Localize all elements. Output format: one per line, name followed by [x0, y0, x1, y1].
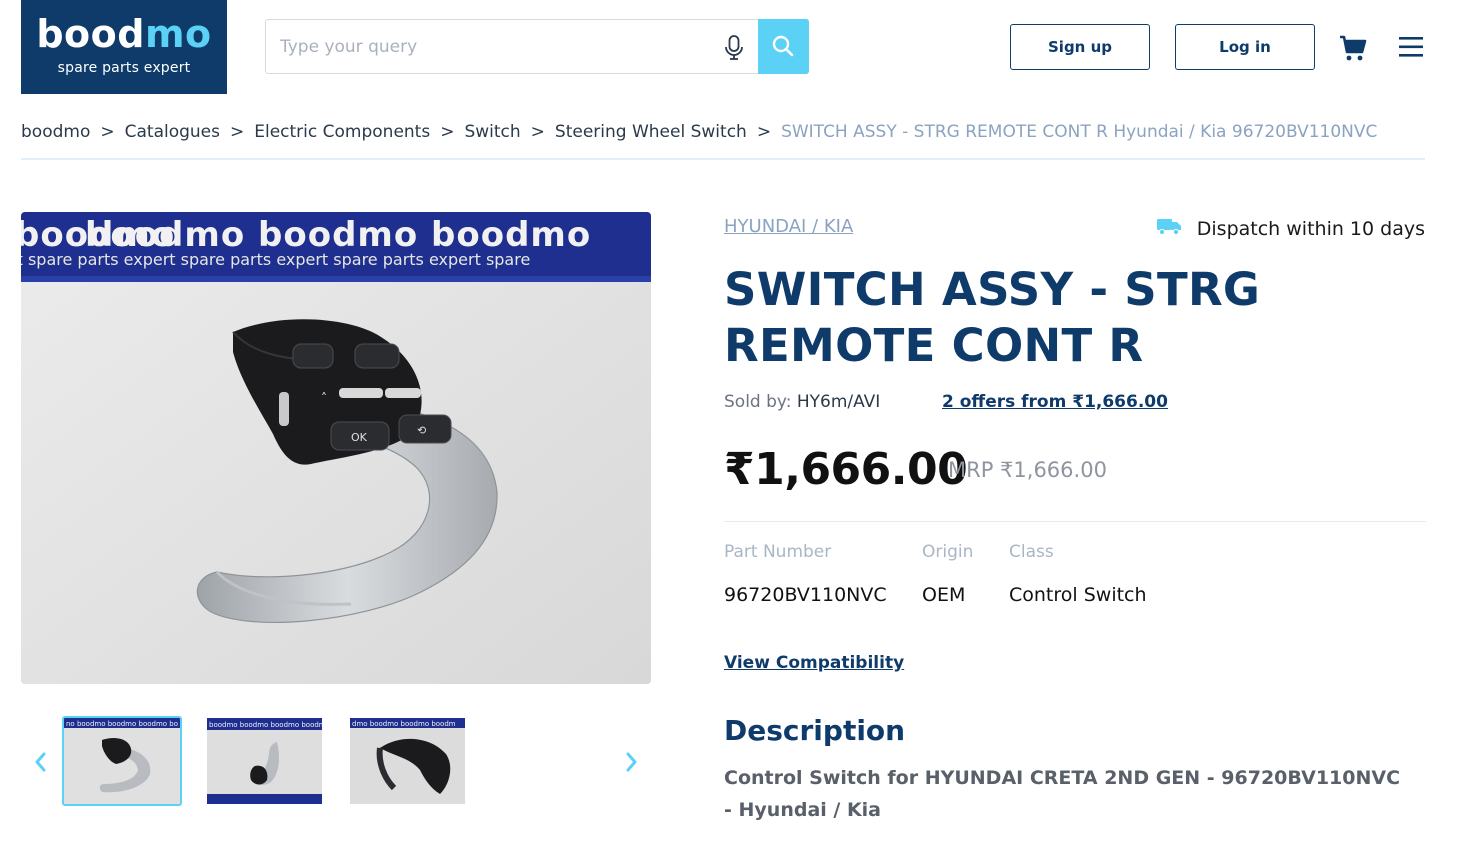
part-number-value: 96720BV110NVC [724, 584, 887, 606]
svg-text:˄: ˄ [321, 391, 327, 405]
microphone-icon[interactable] [722, 34, 746, 60]
svg-text:no boodmo boodmo boodmo bo: no boodmo boodmo boodmo bo [66, 720, 178, 728]
svg-text:dmo boodmo boodmo boodm: dmo boodmo boodmo boodm [352, 720, 456, 728]
mrp-price: MRP ₹1,666.00 [948, 458, 1107, 482]
thumbnail-strip: no boodmo boodmo boodmo bo boodmo boodmo… [21, 716, 651, 808]
breadcrumb-separator: > [756, 122, 772, 142]
thumbnail-3[interactable]: dmo boodmo boodmo boodm [350, 718, 465, 804]
seller-name: HY6m/AVI [796, 392, 881, 412]
truck-icon [1156, 216, 1183, 241]
breadcrumb-item-switch[interactable]: Switch [464, 122, 520, 142]
logo-word-part-2: mo [144, 12, 212, 56]
breadcrumb-separator: > [100, 122, 115, 142]
origin-label: Origin [922, 542, 974, 562]
logo-word-part-1: bood [36, 12, 145, 56]
logo-wordmark: boodmo [21, 14, 227, 54]
breadcrumb-item-catalogues[interactable]: Catalogues [125, 122, 220, 142]
breadcrumb-item-steering-wheel-switch[interactable]: Steering Wheel Switch [555, 122, 747, 142]
chevron-right-icon[interactable] [621, 750, 641, 774]
cart-icon[interactable] [1339, 34, 1367, 66]
sold-by-label: Sold by: [724, 392, 792, 412]
breadcrumb-item-electric-components[interactable]: Electric Components [254, 122, 430, 142]
price-divider [724, 521, 1426, 522]
description-heading: Description [724, 714, 906, 747]
signup-button[interactable]: Sign up [1010, 24, 1150, 70]
breadcrumb-divider [21, 158, 1425, 160]
product-main-image[interactable]: boodmo boodmo boodmo boodmo expert spare… [21, 212, 651, 684]
breadcrumb-separator: > [440, 122, 455, 142]
view-compatibility-link[interactable]: View Compatibility [724, 653, 904, 673]
product-title: SWITCH ASSY - STRG REMOTE CONT R [724, 263, 1261, 372]
svg-text:boodmo boodmo boodmo: boodmo boodmo boodmo [85, 215, 591, 255]
chevron-left-icon[interactable] [31, 750, 51, 774]
menu-icon[interactable] [1399, 37, 1423, 61]
svg-text:OK: OK [351, 431, 368, 444]
thumbnail-2[interactable]: boodmo boodmo boodmo boodmo [207, 718, 322, 804]
breadcrumb-current: SWITCH ASSY - STRG REMOTE CONT R Hyundai… [781, 122, 1378, 142]
svg-text:boodmo boodmo boodmo boodmo: boodmo boodmo boodmo boodmo [209, 721, 322, 729]
sold-by: Sold by: HY6m/AVI [724, 392, 880, 412]
login-button[interactable]: Log in [1175, 24, 1315, 70]
boodmo-logo[interactable]: boodmo spare parts expert [21, 0, 227, 94]
search-bar [265, 19, 809, 74]
breadcrumb-item-boodmo[interactable]: boodmo [21, 122, 90, 142]
dispatch-text: Dispatch within 10 days [1196, 217, 1425, 240]
price: ₹1,666.00 [724, 444, 968, 495]
svg-text:⟲: ⟲ [417, 424, 426, 437]
svg-text:+: + [419, 369, 429, 383]
logo-tagline: spare parts expert [57, 60, 191, 76]
breadcrumb: boodmo > Catalogues > Electric Component… [21, 122, 1377, 142]
part-number-label: Part Number [724, 542, 832, 562]
origin-value: OEM [922, 584, 966, 606]
brand-link[interactable]: HYUNDAI / KIA [724, 216, 853, 237]
search-input[interactable] [266, 20, 706, 73]
offers-link[interactable]: 2 offers from ₹1,666.00 [942, 392, 1168, 412]
svg-text:expert spare parts expert: expert spare parts expert spare parts ex… [21, 250, 530, 269]
breadcrumb-separator: > [530, 122, 545, 142]
search-icon [772, 35, 794, 57]
breadcrumb-separator: > [230, 122, 245, 142]
class-value: Control Switch [1009, 584, 1147, 606]
class-label: Class [1009, 542, 1054, 562]
thumbnail-1[interactable]: no boodmo boodmo boodmo bo [62, 716, 182, 806]
dispatch-info: Dispatch within 10 days [1156, 216, 1425, 241]
search-button[interactable] [758, 19, 809, 74]
description-text: Control Switch for HYUNDAI CRETA 2ND GEN… [724, 767, 1401, 821]
